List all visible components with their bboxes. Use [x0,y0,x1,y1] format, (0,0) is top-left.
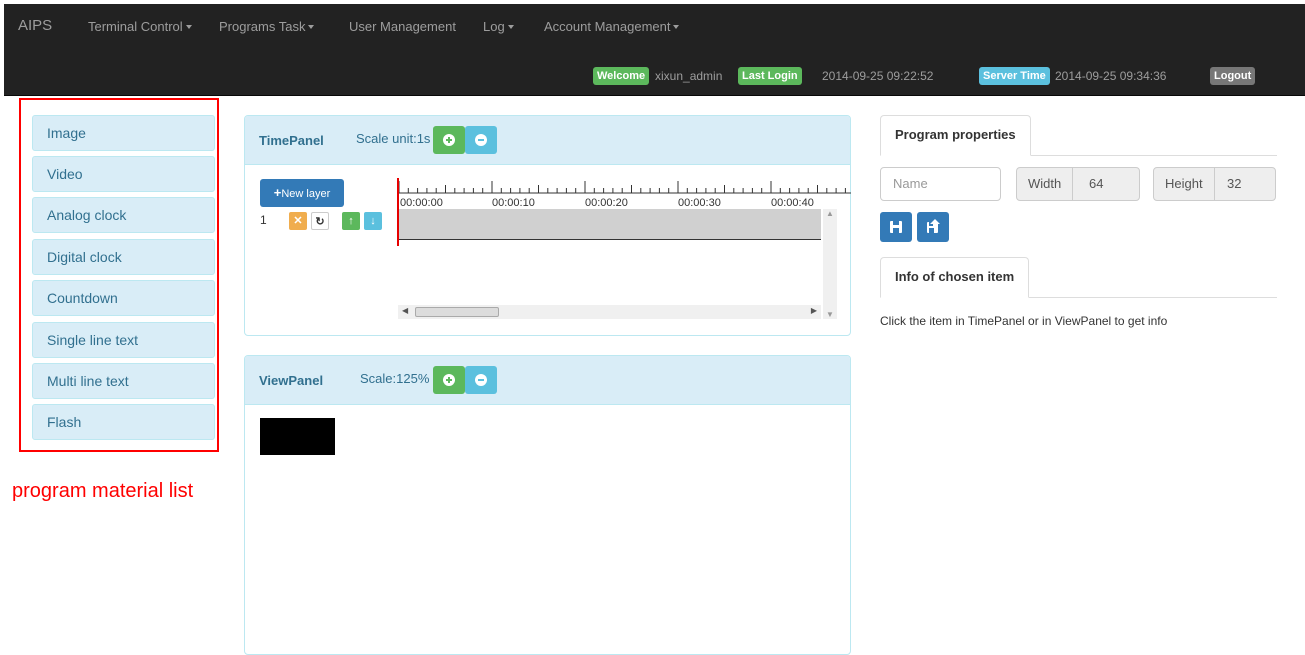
caret-down-icon [308,25,315,29]
move-layer-up-icon[interactable]: ↑ [342,212,360,230]
menu-label: Terminal Control [88,19,183,34]
program-canvas[interactable] [260,418,335,455]
time-panel-header: TimePanel Scale unit:1s [245,116,850,165]
minus-circle-icon [475,374,487,386]
scroll-right-arrow-icon[interactable]: ▶ [811,306,817,315]
refresh-layer-icon[interactable]: ↻ [311,212,329,230]
properties-tabs: Program properties [880,115,1277,156]
scroll-down-arrow-icon[interactable]: ▼ [826,310,834,319]
zoom-out-time-button[interactable] [465,126,497,154]
caret-down-icon [673,25,680,29]
ruler-label: 00:00:40 [771,197,814,207]
height-label: Height [1154,168,1215,200]
server-time-badge: Server Time [979,67,1050,85]
menu-log[interactable]: Log [483,19,514,34]
width-label: Width [1017,168,1074,200]
menu-terminal-control[interactable]: Terminal Control [88,19,192,34]
save-button[interactable] [880,212,912,242]
material-item-video[interactable]: Video [32,156,215,192]
menu-label: Account Management [544,19,671,34]
material-item-single-line-text[interactable]: Single line text [32,322,215,358]
timeline-vertical-scrollbar[interactable]: ▲ ▼ [823,209,837,319]
caret-down-icon [507,25,514,29]
zoom-out-view-button[interactable] [465,366,497,394]
material-item-digital-clock[interactable]: Digital clock [32,239,215,275]
height-field[interactable]: Height 32 [1153,167,1276,201]
menu-user-management[interactable]: User Management [349,19,456,34]
view-panel: ViewPanel Scale:125% [244,355,851,655]
username-text: xixun_admin [655,69,723,83]
server-time-value: 2014-09-25 09:34:36 [1055,69,1167,83]
time-panel-title: TimePanel [259,133,324,148]
playhead-cursor[interactable] [397,178,399,246]
top-navbar: AIPS Terminal Control Programs Task User… [4,4,1305,96]
floppy-disk-icon [890,221,902,233]
width-value[interactable]: 64 [1079,168,1113,200]
scroll-up-arrow-icon[interactable]: ▲ [826,209,834,218]
logout-button[interactable]: Logout [1210,67,1256,85]
zoom-in-view-button[interactable] [433,366,465,394]
layer-timeline-track[interactable] [398,209,821,240]
menu-programs-task[interactable]: Programs Task [219,19,315,34]
new-layer-label: New layer [281,188,331,200]
new-layer-button[interactable]: +New layer [260,179,344,207]
material-item-image[interactable]: Image [32,115,215,151]
minus-circle-icon [475,134,487,146]
material-item-multi-line-text[interactable]: Multi line text [32,363,215,399]
ruler-label: 00:00:00 [400,197,443,207]
height-value[interactable]: 32 [1217,168,1251,200]
program-name-input[interactable]: Name [880,167,1001,201]
material-item-flash[interactable]: Flash [32,404,215,440]
material-item-analog-clock[interactable]: Analog clock [32,197,215,233]
plus-circle-icon [443,134,455,146]
ruler-label: 00:00:20 [585,197,628,207]
menu-label: User Management [349,19,456,34]
brand-logo[interactable]: AIPS [18,17,52,34]
layer-number: 1 [260,213,267,227]
chosen-item-info-text: Click the item in TimePanel or in ViewPa… [880,314,1168,328]
view-panel-title: ViewPanel [259,373,324,388]
welcome-badge: Welcome [593,67,650,85]
caret-down-icon [185,25,192,29]
plus-circle-icon [443,374,455,386]
menu-label: Log [483,19,505,34]
scroll-left-arrow-icon[interactable]: ◀ [402,306,408,315]
scroll-thumb[interactable] [415,307,499,317]
chosen-item-tabs: Info of chosen item [880,257,1277,298]
material-list-annotation: program material list [12,480,194,502]
view-panel-header: ViewPanel Scale:125% [245,356,850,405]
view-scale-text: Scale:125% [360,371,430,386]
tab-info-of-chosen-item[interactable]: Info of chosen item [880,257,1030,298]
timeline-horizontal-scrollbar[interactable]: ◀ ▶ [398,305,821,319]
last-login-time: 2014-09-25 09:22:52 [822,69,934,83]
ruler-label: 00:00:10 [492,197,535,207]
menu-account-management[interactable]: Account Management [544,19,680,34]
zoom-in-time-button[interactable] [433,126,465,154]
width-field[interactable]: Width 64 [1016,167,1140,201]
last-login-badge: Last Login [738,67,802,85]
save-as-button[interactable] [917,212,949,242]
time-scale-text: Scale unit:1s [356,131,431,146]
time-panel: TimePanel Scale unit:1s +New layer 1 ✕ ↻… [244,115,851,336]
menu-label: Programs Task [219,19,306,34]
delete-layer-icon[interactable]: ✕ [289,212,307,230]
time-ruler: 00:00:00 00:00:10 00:00:20 00:00:30 00:0… [398,181,851,207]
material-item-countdown[interactable]: Countdown [32,280,215,316]
tab-program-properties[interactable]: Program properties [880,115,1031,156]
move-layer-down-icon[interactable]: ↓ [364,212,382,230]
ruler-label: 00:00:30 [678,197,721,207]
save-as-icon [927,219,940,233]
